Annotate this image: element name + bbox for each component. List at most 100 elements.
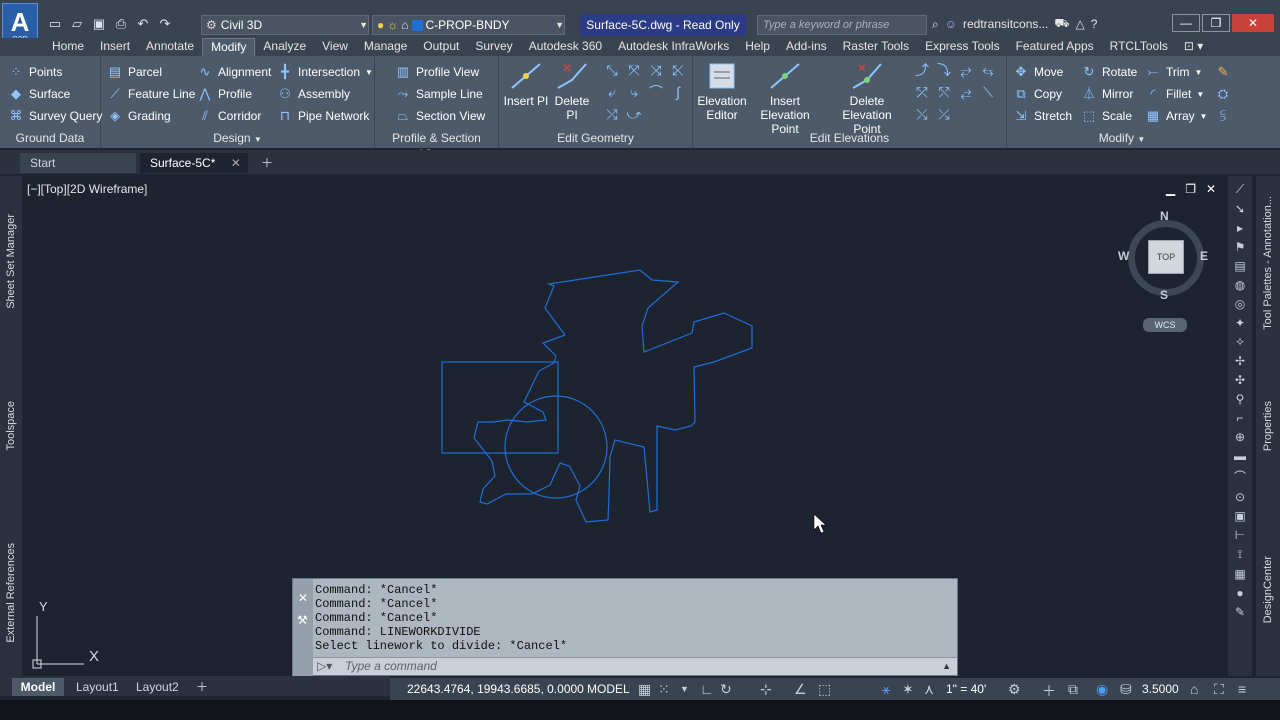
explode-button[interactable]: ⛭ xyxy=(1215,86,1231,102)
fillet-button[interactable]: ◜Fillet▼ xyxy=(1145,86,1204,102)
corridor-button[interactable]: ⫽Corridor xyxy=(197,108,261,124)
tab-raster-tools[interactable]: Raster Tools xyxy=(835,38,917,56)
file-tab-active[interactable]: Surface-5C* ✕ xyxy=(140,153,248,173)
fit-curve-icon[interactable]: ∫ xyxy=(669,84,687,100)
chevron-down-icon[interactable]: ▼ xyxy=(680,684,689,694)
close-icon[interactable]: ✕ xyxy=(1206,182,1216,196)
extend-icon[interactable]: ⤨ xyxy=(647,62,665,78)
tool-target-icon[interactable]: ⊕ xyxy=(1231,430,1249,444)
user-name[interactable]: redtransitcons... xyxy=(963,17,1048,31)
tool-bar-icon[interactable]: ▬ xyxy=(1231,449,1249,463)
save-icon[interactable]: ▣ xyxy=(90,16,108,32)
tab-view[interactable]: View xyxy=(314,38,356,56)
tool-arc-icon[interactable]: ⌒ xyxy=(1231,468,1249,485)
move-button[interactable]: ✥Move xyxy=(1013,64,1063,80)
smooth-icon[interactable]: ⤮ xyxy=(603,106,621,122)
adjacent-elevations-icon[interactable]: ⤱ xyxy=(913,84,931,100)
close-icon[interactable]: ✕ xyxy=(298,591,308,605)
model-space-toggle[interactable]: MODEL xyxy=(587,682,630,696)
command-prompt-icon[interactable]: ▷▾ xyxy=(317,658,332,675)
annotation-visibility-icon[interactable]: ⚹ xyxy=(882,681,890,698)
annotation-scale-icon[interactable]: ⋏ xyxy=(924,681,934,698)
tool-palettes-tab[interactable]: Tool Palettes - Annotation... xyxy=(1262,196,1274,330)
section-view-button[interactable]: ⏢Section View xyxy=(395,108,485,124)
binoculars-icon[interactable]: ⌕ xyxy=(932,17,939,32)
elevation-editor-button[interactable]: Elevation Editor xyxy=(697,60,747,122)
minimize-icon[interactable]: ▁ xyxy=(1166,182,1175,196)
tool-line-icon[interactable]: ⟋ xyxy=(1231,182,1249,197)
tab-featured-apps[interactable]: Featured Apps xyxy=(1008,38,1102,56)
exchange-icon[interactable]: △ xyxy=(1075,17,1084,31)
user-icon[interactable]: ☺ xyxy=(945,17,957,31)
workspace-dropdown[interactable]: ⚙ Civil 3D ▼ xyxy=(201,15,369,35)
compass-n[interactable]: N xyxy=(1160,209,1169,223)
tool-arrow-icon[interactable]: ➘ xyxy=(1231,202,1249,216)
feature-line-button[interactable]: ⟋Feature Line xyxy=(107,86,195,102)
grade-extension-icon[interactable]: ⤲ xyxy=(935,84,953,100)
survey-query-button[interactable]: ⌘Survey Query xyxy=(8,108,102,124)
tool-flag-icon[interactable]: ⚑ xyxy=(1231,240,1249,254)
wcs-menu[interactable]: WCS xyxy=(1143,318,1187,332)
join-icon[interactable]: ⤪ xyxy=(669,62,687,78)
copy-button[interactable]: ⧉Copy xyxy=(1013,86,1062,102)
compass-s[interactable]: S xyxy=(1160,288,1168,302)
trim-icon[interactable]: ⤧ xyxy=(625,62,643,78)
search-input[interactable]: Type a keyword or phrase xyxy=(757,15,927,35)
edit-curve-icon[interactable]: ⤷ xyxy=(625,84,643,100)
command-window-grip[interactable]: ✕ ⚒ xyxy=(293,579,313,677)
tab-add-ins[interactable]: Add-ins xyxy=(778,38,835,56)
help-icon[interactable]: ? xyxy=(1091,17,1098,31)
circle-linework[interactable] xyxy=(505,396,607,498)
tab-rtcltools[interactable]: RTCLTools xyxy=(1102,38,1176,56)
wrench-icon[interactable]: ⚒ xyxy=(297,613,308,627)
tool-circle-icon[interactable]: ● xyxy=(1231,586,1249,600)
close-icon[interactable]: ✕ xyxy=(231,156,241,170)
lock-ui-icon[interactable]: ⌂ xyxy=(1190,681,1198,697)
tab-annotate[interactable]: Annotate xyxy=(138,38,202,56)
toolspace-tab[interactable]: Toolspace xyxy=(5,401,17,451)
elevation-icon[interactable]: ⛁ xyxy=(1120,681,1132,698)
grading-button[interactable]: ◈Grading xyxy=(107,108,171,124)
gear-icon[interactable]: ⚙ xyxy=(1008,681,1021,698)
mirror-button[interactable]: ⏃Mirror xyxy=(1081,86,1133,102)
intersection-button[interactable]: ╋Intersection▼ xyxy=(277,64,373,80)
maximize-icon[interactable]: ❐ xyxy=(1185,182,1196,196)
tool-node-icon[interactable]: ⊙ xyxy=(1231,490,1249,504)
sheet-set-manager-tab[interactable]: Sheet Set Manager xyxy=(5,214,17,309)
ortho-icon[interactable]: ∟ xyxy=(700,681,714,697)
compass-e[interactable]: E xyxy=(1200,249,1208,263)
erase-button[interactable]: ✎ xyxy=(1215,64,1231,80)
tab-help[interactable]: Help xyxy=(737,38,778,56)
insert-high-low-icon[interactable]: ⥄ xyxy=(957,84,975,100)
tool-survey-icon[interactable]: ⟟ xyxy=(1231,547,1249,562)
tool-sphere-icon[interactable]: ◎ xyxy=(1231,297,1249,311)
tab-output[interactable]: Output xyxy=(415,38,467,56)
tab-survey[interactable]: Survey xyxy=(467,38,520,56)
layer-dropdown[interactable]: ● ☼ ⌂ C-PROP-BNDY ▼ xyxy=(372,15,565,35)
file-tab-start[interactable]: Start xyxy=(20,153,136,173)
tab-autodesk-360[interactable]: Autodesk 360 xyxy=(521,38,610,56)
viewcube[interactable]: TOP N S E W xyxy=(1122,214,1210,302)
hardware-accel-icon[interactable]: ◉ xyxy=(1096,681,1108,698)
set-elevation-by-ref-icon[interactable]: ⤰ xyxy=(935,106,953,122)
delete-elevation-point-button[interactable]: ✕ Delete Elevation Point xyxy=(825,60,909,136)
external-references-tab[interactable]: External References xyxy=(5,543,17,643)
tool-hook-icon[interactable]: ⌐ xyxy=(1231,411,1249,425)
minimize-button[interactable]: — xyxy=(1172,14,1200,32)
tool-globe-icon[interactable]: ◍ xyxy=(1231,278,1249,292)
insert-pi-button[interactable]: Insert PI xyxy=(503,60,549,108)
layout-tab-layout1[interactable]: Layout1 xyxy=(76,678,119,696)
assembly-button[interactable]: ⚇Assembly xyxy=(277,86,350,102)
osnap-icon[interactable]: ⊹ xyxy=(760,681,772,698)
open-icon[interactable]: ▱ xyxy=(68,16,86,32)
raise-lower-icon[interactable]: ⥂ xyxy=(957,62,975,78)
tab-express-tools[interactable]: Express Tools xyxy=(917,38,1007,56)
alignment-button[interactable]: ∿Alignment xyxy=(197,64,271,80)
panel-title-design[interactable]: Design ▼ xyxy=(101,130,374,146)
quick-elevation-icon[interactable]: ⟍ xyxy=(979,84,997,100)
insert-elevation-point-button[interactable]: Insert Elevation Point xyxy=(747,60,823,136)
customize-icon[interactable]: ≡ xyxy=(1238,681,1246,697)
break-icon[interactable]: ⤡ xyxy=(603,62,621,78)
ribbon-display-toggle[interactable]: ⊡ ▾ xyxy=(1176,38,1211,56)
viewcube-face-top[interactable]: TOP xyxy=(1148,240,1184,274)
